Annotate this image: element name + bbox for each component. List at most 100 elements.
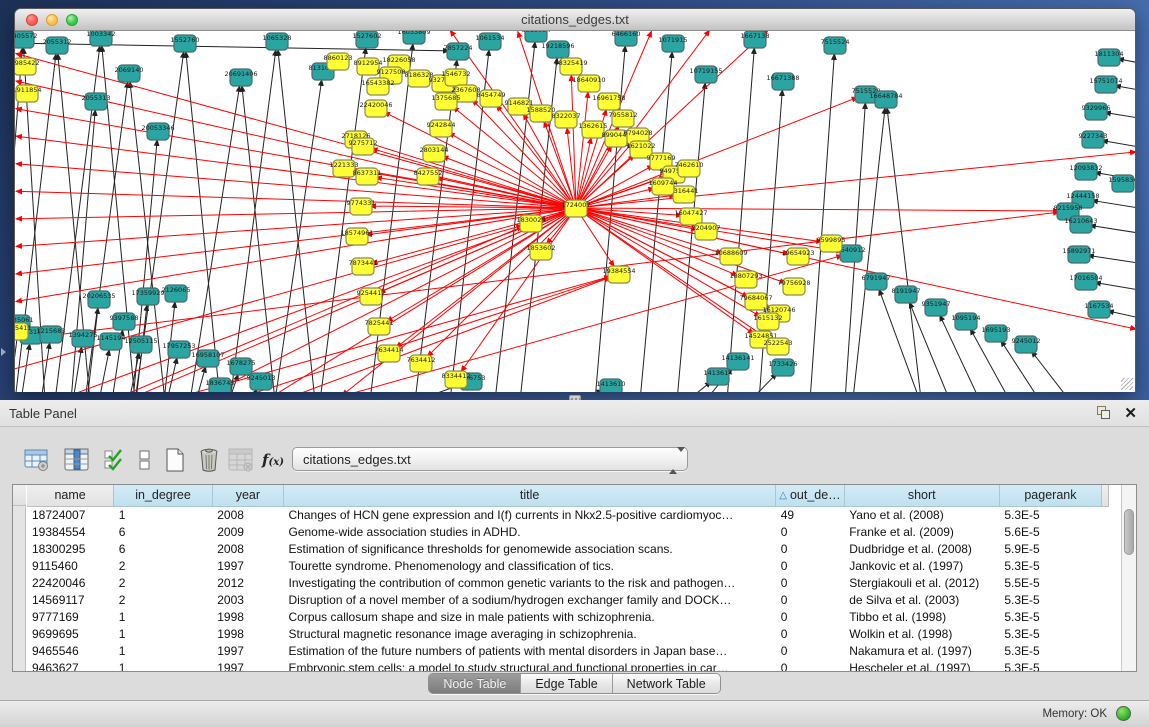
graph-node[interactable]: 9242844 [427, 120, 456, 137]
graph-node[interactable]: 1071915 [659, 35, 688, 52]
graph-node[interactable]: 9245013 [247, 373, 276, 390]
graph-node[interactable]: 16961758 [592, 93, 625, 110]
graph-node[interactable]: 6466160 [612, 31, 641, 46]
table-row[interactable]: 977716911998Corpus callosum shape and si… [27, 608, 1109, 625]
graph-node[interactable]: 9599895 [817, 235, 846, 252]
graph-node[interactable]: 2055312 [43, 37, 72, 54]
tab-node-table[interactable]: Node Table [429, 674, 521, 693]
column-header-pagerank[interactable]: pagerank [999, 485, 1101, 506]
graph-node[interactable]: 9227343 [1079, 131, 1108, 148]
graph-node[interactable]: 8813054 [522, 31, 551, 42]
graph-node[interactable]: 79756928 [777, 278, 810, 295]
table-row[interactable]: 1830029562008Estimation of significance … [27, 540, 1109, 557]
graph-node[interactable]: 1413614 [704, 368, 733, 385]
graph-node[interactable]: 17016504 [1069, 273, 1102, 290]
window-zoom-button[interactable] [66, 14, 78, 26]
function-builder-icon[interactable]: f(x) [258, 444, 288, 476]
collapsed-panel-arrow-icon[interactable] [1, 348, 6, 356]
table-row[interactable]: 2242004622012Investigating the contribut… [27, 574, 1109, 591]
graph-node[interactable]: 1095194 [952, 313, 981, 330]
graph-node[interactable]: 1678275 [227, 358, 256, 375]
graph-node[interactable]: 1911854 [15, 85, 41, 102]
graph-node[interactable]: 1667138 [741, 31, 770, 48]
window-resize-grip[interactable] [1121, 378, 1133, 390]
graph-node[interactable]: 1733426 [769, 359, 798, 376]
graph-node[interactable]: 22420046 [359, 100, 392, 117]
graph-node[interactable]: 8860123 [324, 53, 353, 70]
graph-node[interactable]: 1853602 [527, 243, 556, 260]
graph-node[interactable]: 8322037 [552, 111, 581, 128]
tab-network-table[interactable]: Network Table [613, 674, 720, 693]
graph-node[interactable]: 16033809 [397, 31, 430, 44]
graph-node[interactable]: 2204907 [692, 223, 721, 240]
graph-node[interactable]: 1836745 [206, 378, 235, 392]
graph-node[interactable]: 19218596 [541, 41, 574, 58]
column-header-out_de[interactable]: △out_de… [776, 485, 844, 506]
graph-node[interactable]: 9329966 [1082, 103, 1111, 120]
graph-node[interactable]: 20053346 [141, 123, 174, 140]
graph-node[interactable]: 8427552 [414, 168, 443, 185]
graph-node[interactable]: 8334412 [442, 371, 471, 388]
graph-node[interactable]: 7515524 [821, 37, 850, 54]
table-row[interactable]: 946362711997Embryonic stem cells: a mode… [27, 659, 1109, 671]
graph-node[interactable]: 16671388 [766, 73, 799, 90]
graph-node[interactable]: 7634412 [407, 355, 436, 372]
graph-node[interactable]: 7634414 [375, 345, 404, 362]
window-close-button[interactable] [26, 14, 38, 26]
graph-node[interactable]: 1546732 [442, 69, 471, 86]
graph-node[interactable]: 1394275 [69, 330, 98, 347]
table-row[interactable]: 911546021997Tourette syndrome. Phenomeno… [27, 557, 1109, 574]
graph-node[interactable]: 12093832 [1069, 163, 1102, 180]
graph-node[interactable]: 7825441 [365, 318, 394, 335]
tab-edge-table[interactable]: Edge Table [521, 674, 612, 693]
graph-node[interactable]: 9351947 [922, 299, 951, 316]
graph-node[interactable]: 8191947 [892, 286, 921, 303]
graph-node[interactable]: 8454749 [477, 90, 506, 107]
table-row[interactable]: 1872400712008Changes of HCN gene express… [27, 506, 1109, 523]
graph-node[interactable]: 1695193 [982, 325, 1011, 342]
scrollbar-thumb[interactable] [1124, 509, 1134, 555]
graph-node[interactable]: 9275712 [349, 138, 378, 155]
column-header-name[interactable]: name [27, 485, 114, 506]
graph-node[interactable]: 10688609 [714, 248, 747, 265]
graph-node[interactable]: 15751074 [1089, 76, 1122, 93]
graph-node[interactable]: 9774331 [347, 198, 376, 215]
graph-node[interactable]: 18325419 [554, 58, 587, 75]
graph-node[interactable]: 20206535 [82, 291, 115, 308]
graph-node[interactable]: 9254412 [357, 288, 386, 305]
graph-node[interactable]: 1061534 [476, 33, 505, 50]
graph-node[interactable]: 7462610 [675, 160, 704, 177]
graph-node[interactable]: 1615132 [754, 313, 783, 330]
graph-node[interactable]: 19384554 [602, 266, 635, 283]
graph-node[interactable]: 16648784 [869, 91, 902, 108]
graph-node[interactable]: 1552760 [171, 35, 200, 52]
column-header-in_degree[interactable]: in_degree [114, 485, 212, 506]
graph-node[interactable]: 1167534 [1085, 301, 1114, 318]
graph-node[interactable]: 1003342 [87, 31, 116, 46]
graph-node[interactable]: 17359929 [131, 288, 164, 305]
graph-node[interactable]: 16543382 [361, 78, 394, 95]
close-icon[interactable]: ✕ [1124, 404, 1137, 422]
graph-node[interactable]: 1811304 [1095, 49, 1124, 66]
graph-node[interactable]: 2055313 [82, 93, 111, 110]
graph-node[interactable]: 1145194 [97, 333, 126, 350]
column-header-title[interactable]: title [284, 485, 776, 506]
stacked-cells-icon[interactable] [130, 444, 160, 476]
network-window[interactable]: citations_edges.txt 24055722055312100334… [14, 8, 1136, 392]
delete-table-icon[interactable] [194, 444, 224, 476]
graph-node[interactable]: 1065328 [263, 33, 292, 50]
graph-node[interactable]: 10719155 [689, 66, 722, 83]
graph-node[interactable]: 2126065 [162, 285, 191, 302]
table-selector-dropdown[interactable]: citations_edges.txt [292, 447, 688, 471]
graph-node[interactable]: 19654923 [781, 248, 814, 265]
table-options-icon[interactable] [22, 444, 52, 476]
table-vertical-scrollbar[interactable] [1121, 485, 1136, 671]
graph-node[interactable]: 2069140 [115, 65, 144, 82]
network-canvas[interactable]: 2405572205531210033422069140155276020691… [15, 31, 1135, 392]
table-row[interactable]: 1938455462009Genome-wide association stu… [27, 523, 1109, 540]
graph-node[interactable]: 14136141 [721, 353, 754, 370]
float-panel-icon[interactable] [1097, 406, 1111, 420]
graph-node[interactable]: 1595834 [1109, 175, 1135, 192]
graph-node[interactable]: 1724007 [562, 200, 591, 217]
window-minimize-button[interactable] [46, 14, 58, 26]
